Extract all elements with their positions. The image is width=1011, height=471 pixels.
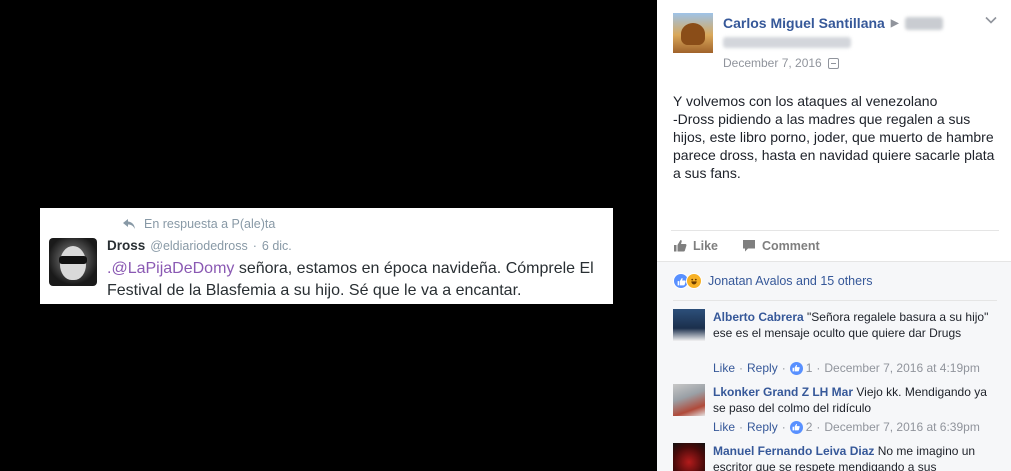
meta-separator: ·: [739, 361, 744, 375]
caret-right-icon: ▶: [890, 17, 899, 29]
comment-text: Manuel Fernando Leiva Diaz No me imagino…: [713, 443, 993, 471]
reply-arrow-icon: [123, 219, 135, 229]
tweet-reply-text: En respuesta a P(ale)ta: [144, 217, 276, 231]
redacted-subtitle: [723, 37, 851, 48]
comment-button[interactable]: Comment: [742, 239, 820, 253]
like-reaction-icon: [789, 361, 803, 375]
chevron-down-icon[interactable]: [985, 14, 997, 26]
comment-label: Comment: [762, 238, 820, 253]
post-body: Y volvemos con los ataques al venezolano…: [673, 93, 995, 181]
commenter-name[interactable]: Manuel Fernando Leiva Diaz: [713, 444, 874, 458]
meta-separator: ·: [739, 420, 744, 434]
redacted-name: [904, 16, 943, 30]
meta-separator: ·: [816, 420, 821, 434]
author-name-link[interactable]: Carlos Miguel Santillana: [723, 15, 885, 31]
author-avatar[interactable]: [673, 13, 713, 53]
meta-separator: ·: [816, 361, 821, 375]
divider: [673, 300, 997, 301]
comment-date[interactable]: December 7, 2016 at 6:39pm: [824, 420, 979, 434]
post-panel: Carlos Miguel Santillana ▶ December 7, 2…: [657, 0, 1011, 471]
tweet-header: Dross @eldiariodedross · 6 dic.: [107, 238, 292, 253]
thumbs-up-icon: [674, 240, 687, 252]
like-label: Like: [693, 238, 719, 253]
commenter-avatar[interactable]: [673, 443, 705, 471]
post-date-link[interactable]: December 7, 2016: [723, 56, 822, 70]
tweet-mention: .@LaPijaDeDomy: [107, 260, 235, 277]
reactions-summary[interactable]: Jonatan Avalos and 15 others: [673, 273, 872, 289]
like-count-value: 1: [805, 361, 813, 375]
comment-meta: Like · Reply · 1 · December 7, 2016 at 4…: [713, 361, 980, 375]
post-actions: Like Comment: [671, 230, 999, 260]
tweet-date: 6 dic.: [261, 239, 292, 253]
comment-meta: Like · Reply · 2 · December 7, 2016 at 6…: [713, 420, 980, 434]
comment-reply-link[interactable]: Reply: [747, 361, 778, 375]
like-count-value: 2: [805, 420, 813, 434]
like-reaction-icon: [789, 420, 803, 434]
post-date: December 7, 2016: [723, 56, 839, 70]
commenter-name[interactable]: Alberto Cabrera: [713, 310, 804, 324]
commenter-avatar[interactable]: [673, 384, 705, 416]
photo-viewer: En respuesta a P(ale)ta Dross @eldiariod…: [0, 0, 657, 471]
comment-like-count[interactable]: 2: [789, 420, 813, 434]
comment-date[interactable]: December 7, 2016 at 4:19pm: [824, 361, 979, 375]
comment-text: Alberto Cabrera "Señora regalele basura …: [713, 309, 993, 341]
reactions-names[interactable]: Jonatan Avalos and 15 others: [708, 274, 872, 288]
post-author: Carlos Miguel Santillana ▶: [723, 15, 943, 31]
comment-like-count[interactable]: 1: [789, 361, 813, 375]
globe-icon: [827, 57, 839, 69]
tweet-avatar: [49, 238, 97, 286]
comment-reply-link[interactable]: Reply: [747, 420, 778, 434]
commenter-name[interactable]: Lkonker Grand Z LH Mar: [713, 385, 853, 399]
tweet-screenshot: En respuesta a P(ale)ta Dross @eldiariod…: [40, 208, 613, 304]
tweet-text: .@LaPijaDeDomy señora, estamos en época …: [107, 258, 597, 302]
comment-like-link[interactable]: Like: [713, 361, 735, 375]
tweet-author-handle: @eldiariodedross: [150, 239, 248, 253]
meta-separator: ·: [781, 361, 786, 375]
meta-separator: ·: [781, 420, 786, 434]
commenter-avatar[interactable]: [673, 309, 705, 341]
tweet-author-name: Dross: [107, 238, 146, 253]
haha-reaction-icon: [686, 273, 702, 289]
tweet-reply-line: En respuesta a P(ale)ta: [122, 217, 275, 231]
comment-text: Lkonker Grand Z LH Mar Viejo kk. Mendiga…: [713, 384, 993, 416]
like-button[interactable]: Like: [673, 239, 718, 253]
comment-bubble-icon: [743, 240, 756, 252]
tweet-separator: ·: [252, 239, 257, 253]
comment-like-link[interactable]: Like: [713, 420, 735, 434]
